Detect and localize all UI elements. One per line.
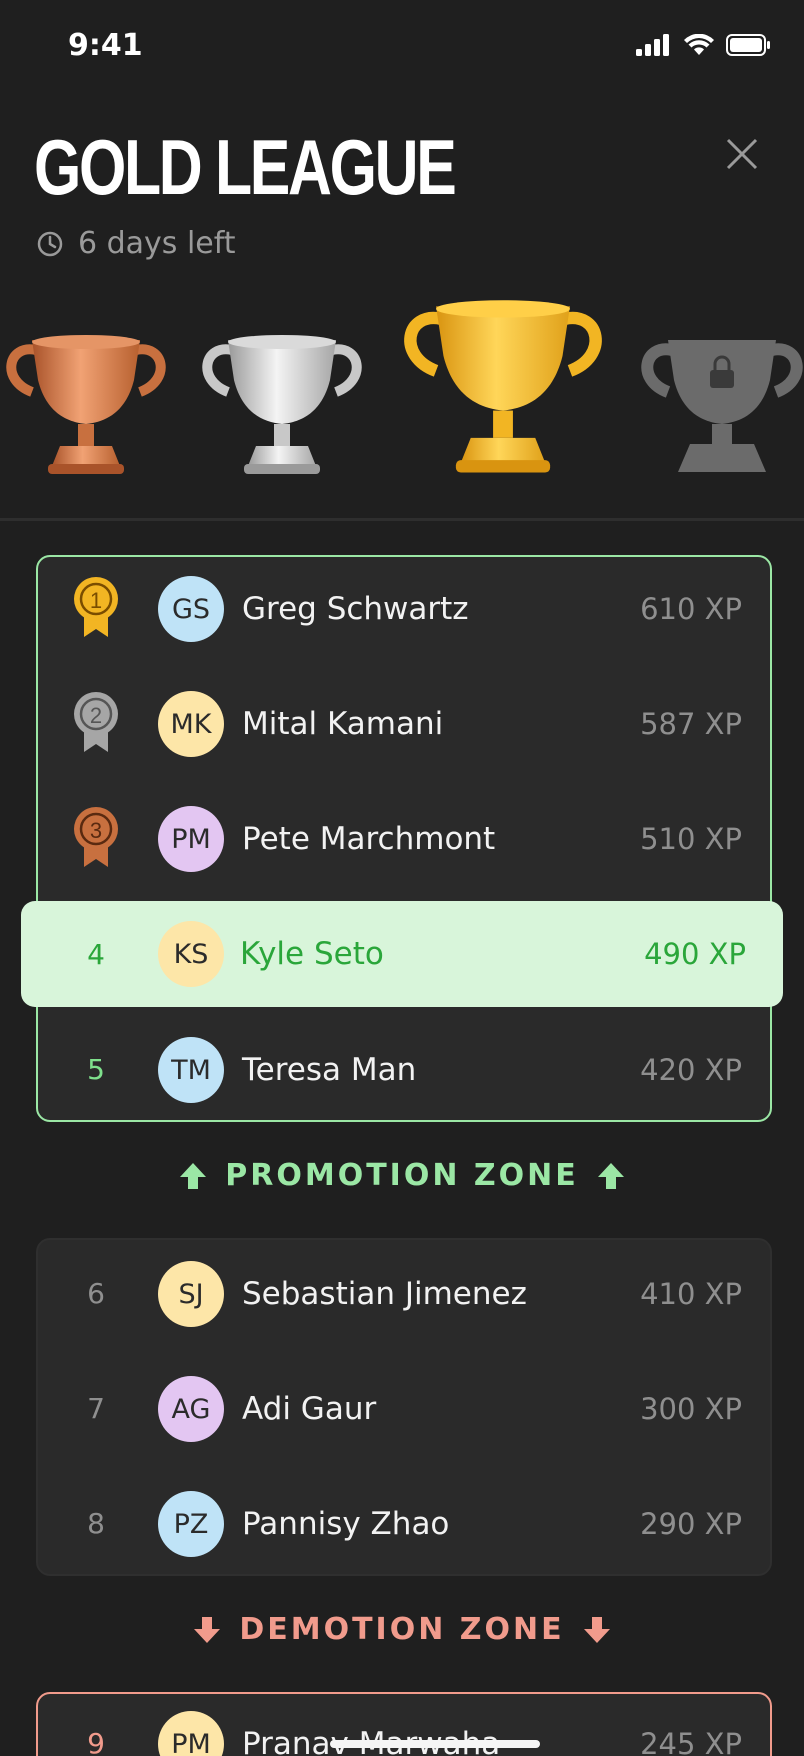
player-xp: 510 XP xyxy=(640,821,742,856)
arrow-up-icon xyxy=(597,1162,624,1189)
locked-trophy-icon[interactable] xyxy=(638,330,804,480)
divider xyxy=(0,518,804,521)
player-xp: 290 XP xyxy=(640,1506,742,1541)
signal-icon xyxy=(636,34,669,56)
arrow-up-icon xyxy=(180,1162,207,1189)
player-xp: 245 XP xyxy=(640,1726,742,1756)
gold-trophy-icon[interactable] xyxy=(398,294,608,480)
player-rank: 7 xyxy=(87,1392,105,1425)
days-left-label: 6 days left xyxy=(78,226,236,261)
player-name: Pete Marchmont xyxy=(242,820,496,857)
avatar: MK xyxy=(158,691,224,757)
player-rank: 5 xyxy=(87,1053,105,1086)
silver-trophy-icon[interactable] xyxy=(198,330,366,480)
current-user-row[interactable]: 4 KS Kyle Seto 490 XP xyxy=(21,901,783,1007)
status-time: 9:41 xyxy=(68,28,143,63)
player-xp: 610 XP xyxy=(640,591,742,626)
bronze-medal-icon: 3 xyxy=(74,807,118,867)
player-name: Teresa Man xyxy=(242,1051,417,1088)
gold-medal-icon: 1 xyxy=(74,577,118,637)
avatar: GS xyxy=(158,576,224,642)
league-screen: 9:41 GOLD LEAGUE 6 days left 1 GS Greg S… xyxy=(0,0,804,1756)
timer-icon xyxy=(37,231,63,256)
player-xp: 420 XP xyxy=(640,1052,742,1087)
avatar: SJ xyxy=(158,1261,224,1327)
player-name: Mital Kamani xyxy=(242,705,444,742)
home-indicator[interactable] xyxy=(330,1740,540,1748)
leaderboard-row[interactable]: 5 TM Teresa Man 420 XP xyxy=(36,1012,772,1127)
close-icon[interactable] xyxy=(720,132,764,176)
promotion-zone-label: PROMOTION ZONE xyxy=(0,1158,804,1193)
page-title: GOLD LEAGUE xyxy=(34,123,457,211)
player-rank: 4 xyxy=(87,937,105,971)
player-rank: 6 xyxy=(87,1277,105,1310)
player-name: Adi Gaur xyxy=(242,1390,377,1427)
player-rank: 8 xyxy=(87,1507,105,1540)
avatar: AG xyxy=(158,1376,224,1442)
medal-rank: 2 xyxy=(90,703,102,728)
leaderboard-row[interactable]: 2 MK Mital Kamani 587 XP xyxy=(36,666,772,781)
player-xp: 410 XP xyxy=(640,1276,742,1311)
wifi-icon xyxy=(684,34,714,55)
silver-medal-icon: 2 xyxy=(74,692,118,752)
demotion-zone-label: DEMOTION ZONE xyxy=(0,1612,804,1647)
medal-rank: 1 xyxy=(90,588,102,613)
leaderboard-row[interactable]: 6 SJ Sebastian Jimenez 410 XP xyxy=(36,1236,772,1351)
avatar: PZ xyxy=(158,1491,224,1557)
leaderboard-row[interactable]: 3 PM Pete Marchmont 510 XP xyxy=(36,781,772,896)
leaderboard-row[interactable]: 8 PZ Pannisy Zhao 290 XP xyxy=(36,1466,772,1581)
avatar: PM xyxy=(158,806,224,872)
medal-rank: 3 xyxy=(90,818,102,843)
leaderboard-row[interactable]: 7 AG Adi Gaur 300 XP xyxy=(36,1351,772,1466)
status-icons xyxy=(636,34,770,56)
player-rank: 9 xyxy=(87,1727,105,1756)
player-xp: 490 XP xyxy=(644,937,746,971)
player-name: Greg Schwartz xyxy=(242,590,469,627)
avatar: TM xyxy=(158,1037,224,1103)
player-name: Pannisy Zhao xyxy=(242,1505,450,1542)
avatar: PM xyxy=(158,1711,224,1756)
days-left: 6 days left xyxy=(36,226,236,261)
arrow-down-icon xyxy=(583,1616,610,1643)
battery-icon xyxy=(726,34,770,56)
trophy-carousel[interactable] xyxy=(0,290,804,480)
arrow-down-icon xyxy=(194,1616,221,1643)
demotion-zone-text: DEMOTION ZONE xyxy=(239,1612,565,1647)
bronze-trophy-icon[interactable] xyxy=(2,330,170,480)
player-name: Kyle Seto xyxy=(240,936,384,972)
player-name: Sebastian Jimenez xyxy=(242,1275,527,1312)
promotion-zone-text: PROMOTION ZONE xyxy=(225,1158,579,1193)
player-xp: 587 XP xyxy=(640,706,742,741)
leaderboard-row[interactable]: 1 GS Greg Schwartz 610 XP xyxy=(36,551,772,666)
avatar: KS xyxy=(158,921,224,987)
player-xp: 300 XP xyxy=(640,1391,742,1426)
